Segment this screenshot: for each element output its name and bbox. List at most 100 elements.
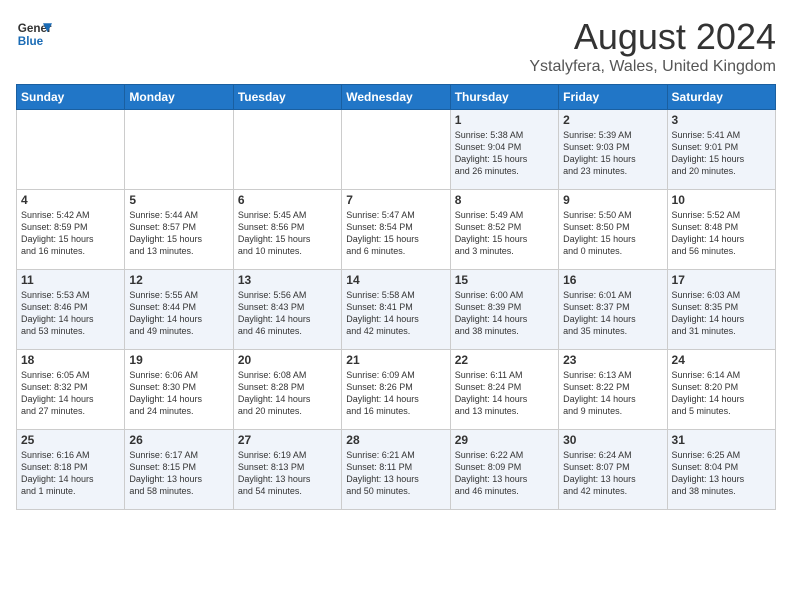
calendar-cell: 27 Sunrise: 6:19 AM Sunset: 8:13 PM Dayli… (233, 430, 341, 510)
day-number: 21 (346, 353, 445, 367)
calendar-cell (233, 110, 341, 190)
logo-icon: General Blue (16, 16, 52, 52)
cell-content: Sunrise: 6:09 AM Sunset: 8:26 PM Dayligh… (346, 369, 445, 418)
calendar-cell: 25Sunrise: 6:16 AM Sunset: 8:18 PM Dayli… (17, 430, 125, 510)
calendar-cell: 18 Sunrise: 6:05 AM Sunset: 8:32 PM Dayli… (17, 350, 125, 430)
calendar-header-row: SundayMondayTuesdayWednesdayThursdayFrid… (17, 85, 776, 110)
cell-content: Sunrise: 5:47 AM Sunset: 8:54 PM Dayligh… (346, 209, 445, 258)
cell-content: Sunrise: 5:58 AM Sunset: 8:41 PM Dayligh… (346, 289, 445, 338)
day-number: 19 (129, 353, 228, 367)
calendar-day-header: Tuesday (233, 85, 341, 110)
day-number: 15 (455, 273, 554, 287)
day-number: 1 (455, 113, 554, 127)
day-number: 28 (346, 433, 445, 447)
calendar-table: SundayMondayTuesdayWednesdayThursdayFrid… (16, 84, 776, 510)
calendar-cell: 10 Sunrise: 5:52 AM Sunset: 8:48 PM Dayli… (667, 190, 775, 270)
day-number: 11 (21, 273, 120, 287)
calendar-cell: 14 Sunrise: 5:58 AM Sunset: 8:41 PM Dayli… (342, 270, 450, 350)
calendar-cell: 13 Sunrise: 5:56 AM Sunset: 8:43 PM Dayli… (233, 270, 341, 350)
day-number: 23 (563, 353, 662, 367)
calendar-cell: 21 Sunrise: 6:09 AM Sunset: 8:26 PM Dayli… (342, 350, 450, 430)
day-number: 29 (455, 433, 554, 447)
calendar-week-row: 4Sunrise: 5:42 AM Sunset: 8:59 PM Daylig… (17, 190, 776, 270)
cell-content: Sunrise: 6:25 AM Sunset: 8:04 PM Dayligh… (672, 449, 771, 498)
day-number: 30 (563, 433, 662, 447)
cell-content: Sunrise: 6:24 AM Sunset: 8:07 PM Dayligh… (563, 449, 662, 498)
day-number: 12 (129, 273, 228, 287)
cell-content: Sunrise: 5:44 AM Sunset: 8:57 PM Dayligh… (129, 209, 228, 258)
day-number: 9 (563, 193, 662, 207)
calendar-cell: 15 Sunrise: 6:00 AM Sunset: 8:39 PM Dayli… (450, 270, 558, 350)
cell-content: Sunrise: 5:52 AM Sunset: 8:48 PM Dayligh… (672, 209, 771, 258)
cell-content: Sunrise: 6:14 AM Sunset: 8:20 PM Dayligh… (672, 369, 771, 418)
calendar-day-header: Wednesday (342, 85, 450, 110)
cell-content: Sunrise: 6:06 AM Sunset: 8:30 PM Dayligh… (129, 369, 228, 418)
day-number: 13 (238, 273, 337, 287)
calendar-cell (342, 110, 450, 190)
day-number: 10 (672, 193, 771, 207)
calendar-cell: 3Sunrise: 5:41 AM Sunset: 9:01 PM Daylig… (667, 110, 775, 190)
calendar-cell: 31Sunrise: 6:25 AM Sunset: 8:04 PM Dayli… (667, 430, 775, 510)
day-number: 14 (346, 273, 445, 287)
day-number: 8 (455, 193, 554, 207)
day-number: 16 (563, 273, 662, 287)
cell-content: Sunrise: 6:00 AM Sunset: 8:39 PM Dayligh… (455, 289, 554, 338)
day-number: 7 (346, 193, 445, 207)
calendar-cell: 30 Sunrise: 6:24 AM Sunset: 8:07 PM Dayli… (559, 430, 667, 510)
title-area: August 2024 Ystalyfera, Wales, United Ki… (529, 16, 776, 76)
calendar-cell: 16Sunrise: 6:01 AM Sunset: 8:37 PM Dayli… (559, 270, 667, 350)
calendar-cell: 4Sunrise: 5:42 AM Sunset: 8:59 PM Daylig… (17, 190, 125, 270)
calendar-cell: 22 Sunrise: 6:11 AM Sunset: 8:24 PM Dayli… (450, 350, 558, 430)
calendar-cell: 26 Sunrise: 6:17 AM Sunset: 8:15 PM Dayli… (125, 430, 233, 510)
day-number: 17 (672, 273, 771, 287)
cell-content: Sunrise: 6:05 AM Sunset: 8:32 PM Dayligh… (21, 369, 120, 418)
cell-content: Sunrise: 5:55 AM Sunset: 8:44 PM Dayligh… (129, 289, 228, 338)
day-number: 5 (129, 193, 228, 207)
day-number: 22 (455, 353, 554, 367)
calendar-cell: 28 Sunrise: 6:21 AM Sunset: 8:11 PM Dayli… (342, 430, 450, 510)
cell-content: Sunrise: 5:38 AM Sunset: 9:04 PM Dayligh… (455, 129, 554, 178)
calendar-week-row: 18 Sunrise: 6:05 AM Sunset: 8:32 PM Dayli… (17, 350, 776, 430)
calendar-cell: 6Sunrise: 5:45 AM Sunset: 8:56 PM Daylig… (233, 190, 341, 270)
cell-content: Sunrise: 6:21 AM Sunset: 8:11 PM Dayligh… (346, 449, 445, 498)
cell-content: Sunrise: 5:50 AM Sunset: 8:50 PM Dayligh… (563, 209, 662, 258)
cell-content: Sunrise: 6:22 AM Sunset: 8:09 PM Dayligh… (455, 449, 554, 498)
calendar-day-header: Saturday (667, 85, 775, 110)
month-year-title: August 2024 (529, 16, 776, 58)
calendar-cell (17, 110, 125, 190)
cell-content: Sunrise: 6:08 AM Sunset: 8:28 PM Dayligh… (238, 369, 337, 418)
calendar-week-row: 25Sunrise: 6:16 AM Sunset: 8:18 PM Dayli… (17, 430, 776, 510)
calendar-week-row: 1 Sunrise: 5:38 AM Sunset: 9:04 PM Daylig… (17, 110, 776, 190)
day-number: 4 (21, 193, 120, 207)
day-number: 2 (563, 113, 662, 127)
calendar-cell: 20Sunrise: 6:08 AM Sunset: 8:28 PM Dayli… (233, 350, 341, 430)
page-header: General Blue August 2024 Ystalyfera, Wal… (16, 16, 776, 76)
day-number: 24 (672, 353, 771, 367)
calendar-cell: 29 Sunrise: 6:22 AM Sunset: 8:09 PM Dayli… (450, 430, 558, 510)
day-number: 26 (129, 433, 228, 447)
calendar-cell: 11Sunrise: 5:53 AM Sunset: 8:46 PM Dayli… (17, 270, 125, 350)
calendar-cell: 9 Sunrise: 5:50 AM Sunset: 8:50 PM Daylig… (559, 190, 667, 270)
calendar-cell: 12 Sunrise: 5:55 AM Sunset: 8:44 PM Dayli… (125, 270, 233, 350)
location-subtitle: Ystalyfera, Wales, United Kingdom (529, 58, 776, 76)
day-number: 27 (238, 433, 337, 447)
calendar-day-header: Monday (125, 85, 233, 110)
calendar-cell: 19 Sunrise: 6:06 AM Sunset: 8:30 PM Dayli… (125, 350, 233, 430)
cell-content: Sunrise: 5:49 AM Sunset: 8:52 PM Dayligh… (455, 209, 554, 258)
calendar-cell: 17Sunrise: 6:03 AM Sunset: 8:35 PM Dayli… (667, 270, 775, 350)
calendar-cell: 1 Sunrise: 5:38 AM Sunset: 9:04 PM Daylig… (450, 110, 558, 190)
cell-content: Sunrise: 6:16 AM Sunset: 8:18 PM Dayligh… (21, 449, 120, 498)
calendar-day-header: Sunday (17, 85, 125, 110)
cell-content: Sunrise: 6:11 AM Sunset: 8:24 PM Dayligh… (455, 369, 554, 418)
calendar-cell (125, 110, 233, 190)
calendar-day-header: Friday (559, 85, 667, 110)
calendar-cell: 5 Sunrise: 5:44 AM Sunset: 8:57 PM Daylig… (125, 190, 233, 270)
calendar-cell: 23Sunrise: 6:13 AM Sunset: 8:22 PM Dayli… (559, 350, 667, 430)
cell-content: Sunrise: 6:17 AM Sunset: 8:15 PM Dayligh… (129, 449, 228, 498)
calendar-cell: 7 Sunrise: 5:47 AM Sunset: 8:54 PM Daylig… (342, 190, 450, 270)
cell-content: Sunrise: 5:56 AM Sunset: 8:43 PM Dayligh… (238, 289, 337, 338)
cell-content: Sunrise: 6:19 AM Sunset: 8:13 PM Dayligh… (238, 449, 337, 498)
calendar-day-header: Thursday (450, 85, 558, 110)
day-number: 18 (21, 353, 120, 367)
cell-content: Sunrise: 5:45 AM Sunset: 8:56 PM Dayligh… (238, 209, 337, 258)
